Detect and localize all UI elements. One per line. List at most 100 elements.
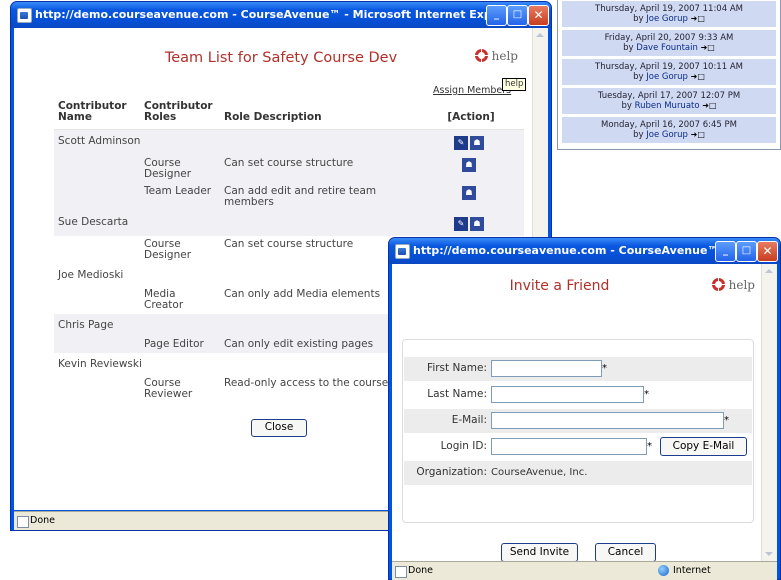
revision-by: by Dave Fountain ➜□	[623, 43, 715, 53]
revision-item[interactable]: Friday, April 20, 2007 9:33 AM by Dave Fo…	[562, 30, 776, 56]
revision-by: by Joe Gorup ➜□	[633, 72, 705, 82]
name-cell	[54, 375, 140, 403]
copy-email-button[interactable]: Copy E-Mail	[660, 437, 747, 456]
revision-author[interactable]: Dave Fountain	[636, 43, 698, 53]
revision-item[interactable]: Thursday, April 19, 2007 10:11 AM by Joe …	[562, 59, 776, 85]
contributor-role: Course Designer	[140, 155, 220, 183]
last-name-row: Last Name: *	[404, 383, 752, 407]
revision-by: by Joe Gorup ➜□	[633, 14, 705, 24]
action-cell: ☗	[416, 183, 524, 211]
required-mark: *	[724, 415, 729, 426]
minimize-icon[interactable]: _	[715, 241, 736, 262]
revision-item[interactable]: Monday, April 16, 2007 6:45 PM by Joe Gor…	[562, 117, 776, 143]
scroll-up-icon[interactable]	[765, 269, 773, 273]
revision-author[interactable]: Joe Gorup	[646, 72, 688, 82]
revision-date: Tuesday, April 17, 2007 12:07 PM	[597, 91, 741, 101]
ie-icon	[17, 8, 32, 23]
team-window-titlebar[interactable]: http://demo.courseavenue.com - CourseAve…	[11, 2, 551, 28]
first-name-field[interactable]	[491, 360, 602, 377]
revision-by: by Ruben Muruato ➜□	[621, 101, 717, 111]
page-title: Invite a Friend	[509, 278, 610, 294]
revision-author[interactable]: Joe Gorup	[646, 14, 688, 24]
open-revision-icon[interactable]: ➜□	[702, 101, 716, 110]
open-revision-icon[interactable]: ➜□	[701, 43, 715, 52]
email-field[interactable]	[491, 412, 724, 429]
close-icon[interactable]: ✕	[757, 241, 778, 262]
revision-item[interactable]: Thursday, April 19, 2007 11:04 AM by Joe …	[562, 1, 776, 27]
assign-members-link[interactable]: Assign Members	[433, 85, 511, 96]
revision-author[interactable]: Joe Gorup	[646, 130, 688, 140]
column-header: Role Description	[220, 99, 416, 130]
open-revision-icon[interactable]: ➜□	[691, 72, 705, 81]
maximize-icon[interactable]: □	[507, 5, 528, 26]
invite-window-content: Invite a Friend help First Name: * Last …	[392, 264, 777, 562]
scrollbar[interactable]	[761, 264, 777, 561]
role-description: Can add edit and retire team members	[220, 183, 416, 211]
organization-label: Organization:	[416, 466, 487, 478]
table-row: Scott Adminson ✎ ☗	[54, 129, 524, 155]
invite-friend-window: http://demo.courseavenue.com - CourseAve…	[388, 237, 781, 580]
contributor-role: Course Reviewer	[144, 377, 193, 400]
last-name-field[interactable]	[491, 386, 644, 403]
person-icon[interactable]: ☗	[470, 136, 484, 150]
close-button[interactable]: Close	[251, 419, 307, 437]
page-icon	[17, 516, 29, 528]
required-mark: *	[602, 363, 607, 374]
revision-list: Thursday, April 19, 2007 11:04 AM by Joe …	[562, 1, 776, 144]
contributor-name: Chris Page	[54, 314, 416, 336]
person-icon[interactable]: ☗	[462, 186, 476, 200]
contributor-name: Sue Descarta	[54, 211, 416, 236]
table-row: Team Leader Can add edit and retire team …	[54, 183, 524, 211]
cancel-button[interactable]: Cancel	[595, 543, 656, 562]
invite-form: First Name: * Last Name: * E-Mail: * Log…	[402, 339, 754, 523]
zone-text: Internet	[673, 565, 711, 576]
table-row: Course Designer Can set course structure ☗	[54, 155, 524, 183]
role-description: Read-only access to the course	[224, 377, 389, 389]
action-cell: ✎ ☗	[416, 129, 524, 155]
contributor-name: Scott Adminson	[54, 129, 416, 155]
role-description: Can only add Media elements	[224, 288, 381, 300]
help-icon	[474, 49, 488, 62]
contributor-name: Kevin Reviewski	[58, 358, 142, 370]
page-icon	[395, 566, 407, 578]
ie-icon	[395, 244, 410, 259]
login-id-row: Login ID: * Copy E-Mail	[404, 435, 752, 459]
column-header: [Action]	[416, 99, 524, 130]
login-id-field[interactable]	[491, 438, 647, 455]
edit-icon[interactable]: ✎	[454, 136, 468, 150]
help-link[interactable]: help	[711, 278, 755, 292]
name-cell	[54, 336, 140, 353]
maximize-icon[interactable]: □	[736, 241, 757, 262]
revision-date: Friday, April 20, 2007 9:33 AM	[604, 33, 734, 43]
contributor-role: Media Creator	[144, 288, 184, 311]
contributor-role: Team Leader	[140, 183, 220, 211]
email-row: E-Mail: *	[404, 409, 752, 433]
required-mark: *	[647, 441, 652, 452]
name-cell	[54, 183, 140, 211]
open-revision-icon[interactable]: ➜□	[691, 14, 705, 23]
scroll-up-icon[interactable]	[536, 33, 544, 37]
action-cell: ✎ ☗	[416, 211, 524, 236]
first-name-label: First Name:	[427, 362, 487, 374]
minimize-icon[interactable]: _	[486, 5, 507, 26]
window-title: http://demo.courseavenue.com - CourseAve…	[35, 8, 522, 21]
send-invite-button[interactable]: Send Invite	[501, 543, 578, 562]
help-link[interactable]: help	[474, 49, 518, 63]
contributor-role: Page Editor	[140, 336, 220, 353]
person-icon[interactable]: ☗	[470, 217, 484, 231]
edit-icon[interactable]: ✎	[454, 217, 468, 231]
status-text: Done	[30, 515, 55, 526]
revision-author[interactable]: Ruben Muruato	[635, 101, 700, 111]
open-revision-icon[interactable]: ➜□	[691, 130, 705, 139]
role-description: Can set course structure	[220, 155, 416, 183]
revision-date: Thursday, April 19, 2007 10:11 AM	[595, 62, 743, 72]
globe-icon	[658, 565, 669, 576]
close-icon[interactable]: ✕	[528, 5, 549, 26]
scroll-down-icon[interactable]	[765, 552, 773, 556]
name-cell	[54, 155, 140, 183]
revision-item[interactable]: Tuesday, April 17, 2007 12:07 PM by Ruben…	[562, 88, 776, 114]
revision-date: Thursday, April 19, 2007 11:04 AM	[595, 4, 743, 14]
invite-window-titlebar[interactable]: http://demo.courseavenue.com - CourseAve…	[389, 238, 780, 264]
person-icon[interactable]: ☗	[462, 158, 476, 172]
column-header: Contributor Roles	[140, 99, 220, 130]
